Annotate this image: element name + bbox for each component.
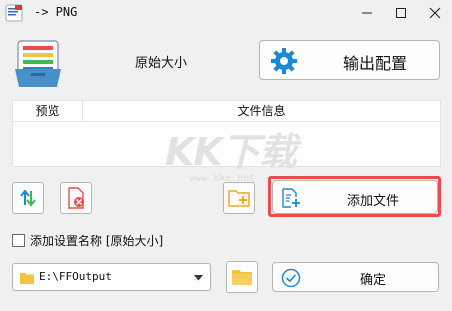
browse-folder-button[interactable] bbox=[226, 261, 258, 293]
table-header: 预览 文件信息 bbox=[13, 101, 440, 122]
chevron-down-icon bbox=[194, 275, 203, 281]
ok-label: 确定 bbox=[359, 273, 386, 288]
format-list-icon bbox=[15, 40, 61, 87]
maximize-button[interactable] bbox=[384, 0, 418, 26]
remove-file-icon bbox=[68, 187, 84, 209]
output-config-button[interactable]: 输出配置 bbox=[259, 40, 440, 80]
folder-icon bbox=[232, 270, 252, 285]
add-setting-name-label[interactable]: 添加设置名称 [原始大小] bbox=[30, 232, 163, 249]
sort-arrows-icon bbox=[20, 189, 36, 207]
preset-name: 原始大小 bbox=[134, 56, 187, 71]
gear-icon bbox=[271, 48, 297, 74]
add-setting-name-option[interactable]: 添加设置名称 [原始大小] bbox=[12, 232, 163, 248]
minimize-icon bbox=[362, 12, 372, 14]
add-folder-button[interactable] bbox=[223, 182, 255, 214]
column-header-preview[interactable]: 预览 bbox=[13, 101, 83, 122]
output-path-select[interactable]: E:\FFOutput bbox=[12, 263, 211, 291]
check-circle-icon bbox=[281, 268, 301, 288]
app-icon bbox=[5, 4, 23, 22]
maximize-icon bbox=[396, 8, 406, 18]
output-path-value: E:\FFOutput bbox=[39, 270, 112, 283]
close-button[interactable] bbox=[418, 0, 452, 26]
folder-icon bbox=[20, 273, 34, 284]
window-title: -> PNG bbox=[34, 5, 78, 19]
output-config-label: 输出配置 bbox=[342, 54, 407, 73]
column-header-file-info[interactable]: 文件信息 bbox=[83, 101, 440, 122]
add-folder-icon bbox=[228, 190, 250, 207]
minimize-button[interactable] bbox=[350, 0, 384, 26]
add-file-label: 添加文件 bbox=[346, 194, 399, 209]
sort-button[interactable] bbox=[12, 182, 44, 214]
file-list-table[interactable]: 预览 文件信息 KK下载 www.kkx.net bbox=[12, 100, 441, 184]
ok-button[interactable]: 确定 bbox=[272, 262, 439, 292]
add-file-icon bbox=[282, 188, 300, 208]
add-file-button[interactable]: 添加文件 bbox=[272, 180, 438, 214]
add-setting-name-checkbox[interactable] bbox=[12, 233, 25, 247]
title-bar: -> PNG bbox=[0, 0, 452, 26]
watermark-logo-text: KK下载 bbox=[165, 130, 297, 174]
close-icon bbox=[429, 7, 441, 19]
remove-file-button[interactable] bbox=[60, 182, 92, 214]
